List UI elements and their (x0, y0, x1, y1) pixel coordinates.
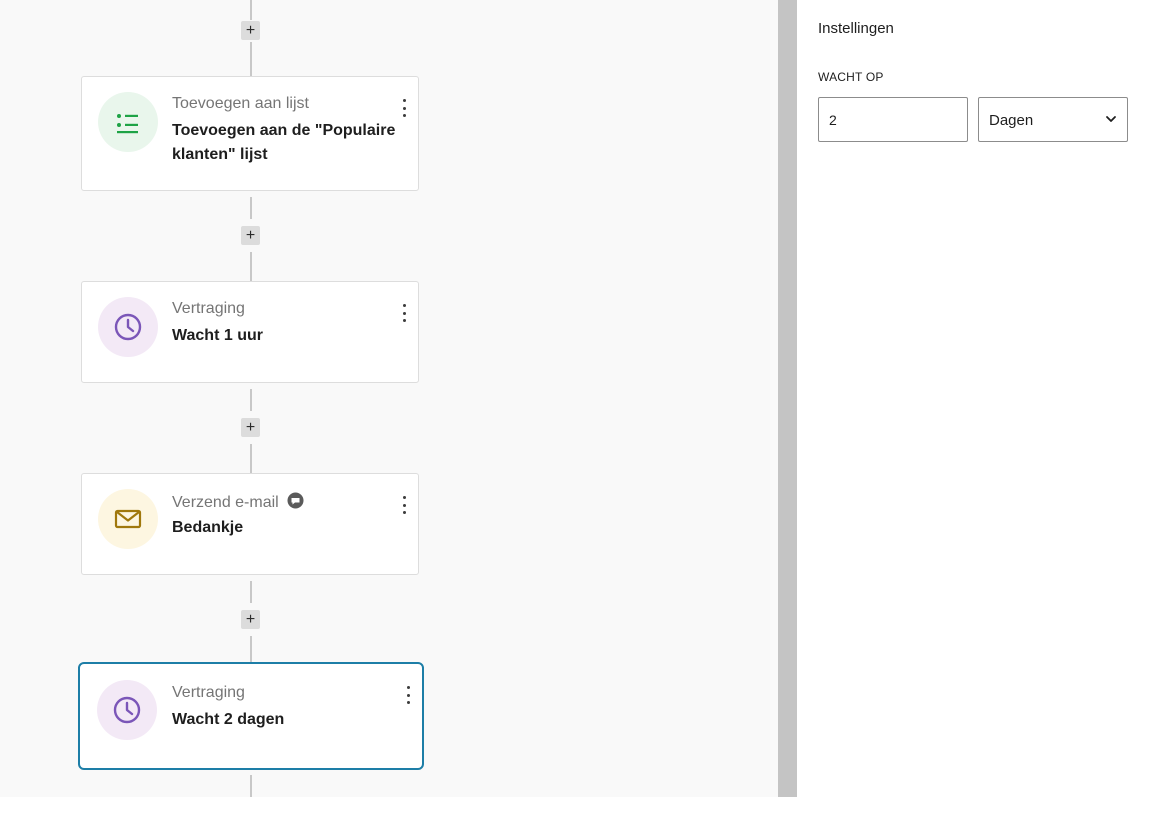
connector-line (250, 0, 252, 20)
wait-unit-select[interactable]: Dagen (978, 97, 1128, 142)
step-type-label: Vertraging (172, 684, 245, 701)
step-title: Wacht 1 uur (172, 327, 263, 344)
workflow-canvas: + Toevoegen aan lijst Toevoegen aan de "… (0, 0, 778, 797)
step-icon-circle (98, 92, 158, 152)
list-icon (117, 114, 138, 134)
panel-resize-handle[interactable] (778, 0, 797, 797)
connector-line (250, 775, 252, 797)
envelope-icon (114, 509, 142, 529)
more-options-icon[interactable] (402, 686, 414, 704)
step-title: Toevoegen aan de "Populaire klanten" lij… (172, 122, 396, 163)
more-options-icon[interactable] (398, 496, 410, 514)
clock-icon (114, 313, 142, 341)
step-type-text: Verzend e-mail (172, 494, 279, 511)
step-card-send-email[interactable]: Verzend e-mail Bedankje (81, 473, 419, 575)
clock-icon (113, 696, 141, 724)
step-card-delay-selected[interactable]: Vertraging Wacht 2 dagen (78, 662, 424, 770)
step-title: Bedankje (172, 519, 244, 536)
add-step-button[interactable]: + (241, 418, 260, 437)
step-type-label: Vertraging (172, 300, 245, 317)
wait-unit-value: Dagen (989, 112, 1034, 129)
step-type-label: Verzend e-mail (172, 492, 304, 512)
step-card-add-to-list[interactable]: Toevoegen aan lijst Toevoegen aan de "Po… (81, 76, 419, 191)
connector-line (250, 197, 252, 219)
connector-line (250, 581, 252, 603)
step-icon-circle (97, 680, 157, 740)
speech-bubble-icon (287, 492, 304, 509)
chevron-down-icon (1106, 116, 1116, 122)
step-icon-circle (98, 297, 158, 357)
add-step-button[interactable]: + (241, 226, 260, 245)
step-card-delay[interactable]: Vertraging Wacht 1 uur (81, 281, 419, 383)
wait-amount-input[interactable] (818, 97, 968, 142)
settings-title: Instellingen (818, 20, 894, 37)
connector-line (250, 252, 252, 281)
settings-sidebar: Instellingen WACHT OP Dagen (797, 0, 1165, 797)
add-step-button[interactable]: + (241, 21, 260, 40)
connector-line (250, 444, 252, 473)
connector-line (250, 389, 252, 411)
connector-line (250, 636, 252, 662)
step-title: Wacht 2 dagen (172, 711, 285, 728)
step-icon-circle (98, 489, 158, 549)
add-step-button[interactable]: + (241, 610, 260, 629)
more-options-icon[interactable] (398, 304, 410, 322)
connector-line (250, 42, 252, 76)
more-options-icon[interactable] (398, 99, 410, 117)
step-type-label: Toevoegen aan lijst (172, 95, 309, 112)
wait-for-label: WACHT OP (818, 70, 884, 84)
